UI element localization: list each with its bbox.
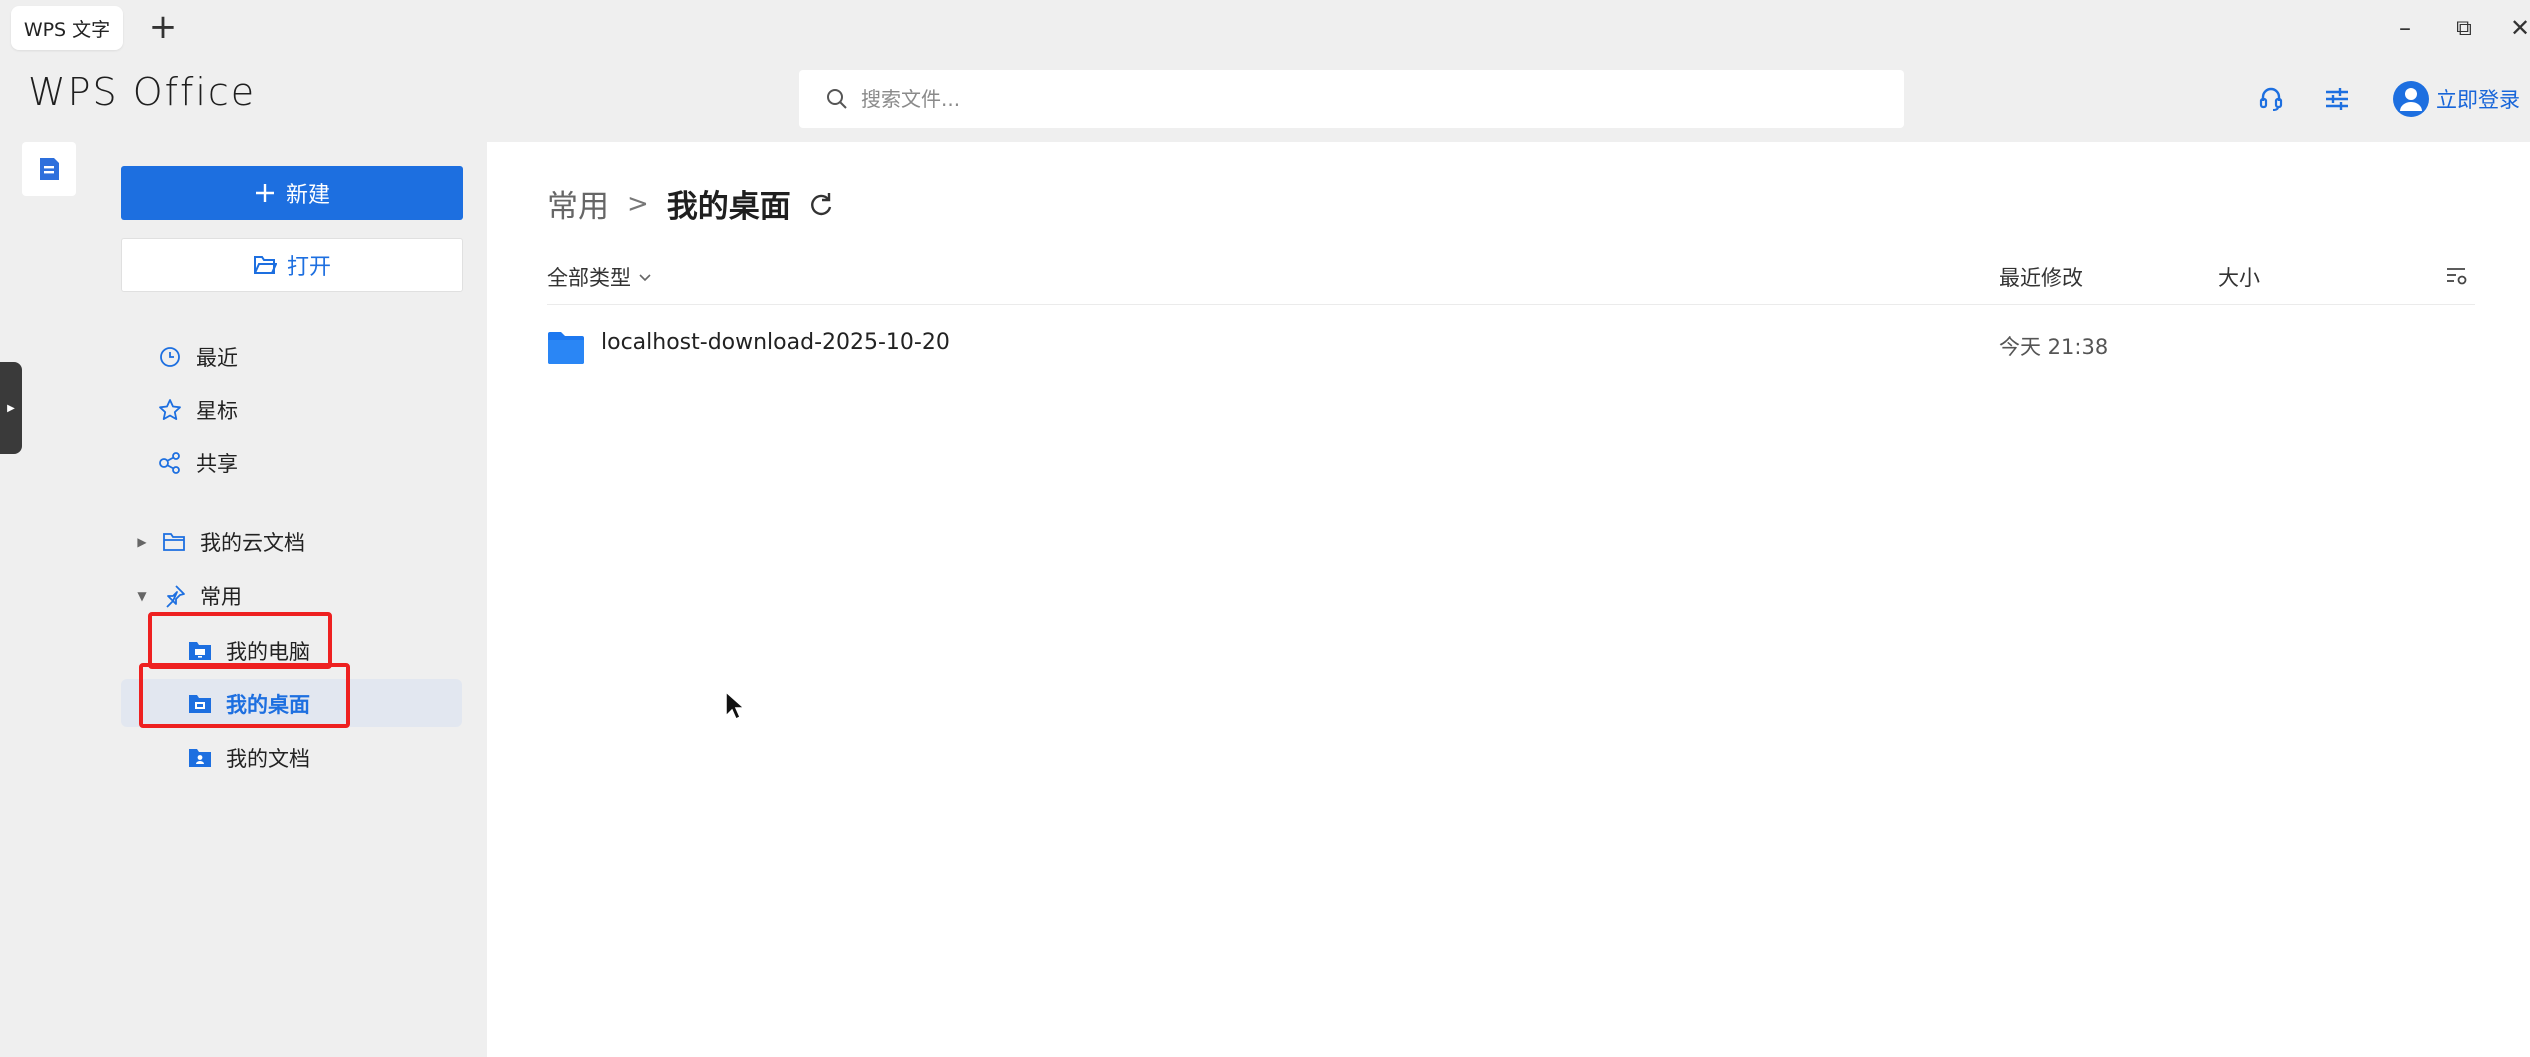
column-settings-icon[interactable] [2445,264,2469,292]
sidebar-item-starred[interactable]: 星标 [156,390,238,430]
tab-wps-writer[interactable]: WPS 文字 [11,6,123,50]
sidebar-item-label: 星标 [196,399,238,423]
sidebar-item-my-documents[interactable]: 我的文档 [186,738,310,778]
login-button[interactable]: 立即登录 [2392,78,2520,120]
star-icon [156,396,184,424]
highlight-box-my-desktop [139,663,350,728]
sidebar-item-common[interactable]: ▼ 常用 [134,576,242,616]
share-icon [156,449,184,477]
sidebar-item-label: 我的文档 [226,747,310,771]
folder-icon [547,331,585,369]
breadcrumb-current: 我的桌面 [666,189,791,225]
sidebar-item-label: 我的云文档 [200,531,305,555]
sidebar-item-cloud-docs[interactable]: ▶ 我的云文档 [134,522,305,562]
mouse-cursor-icon [724,690,746,726]
user-avatar-icon [2393,81,2429,117]
search-box[interactable] [799,70,1904,128]
minimize-button[interactable]: – [2385,8,2425,48]
documents-folder-icon [186,744,214,772]
breadcrumb-parent[interactable]: 常用 [547,181,609,226]
pin-icon [160,582,188,610]
highlight-box-my-computer [148,612,332,669]
header-divider [547,304,2475,305]
file-modified: 今天 21:38 [1999,335,2109,359]
new-label: 新建 [285,183,330,208]
tab-title: WPS 文字 [23,18,111,41]
wps-office-logo: WPS Office [28,70,257,114]
tab-bar [0,0,2530,56]
type-filter-dropdown[interactable]: 全部类型 [547,262,653,292]
caret-right-icon[interactable]: ▶ [134,535,150,549]
sidebar-item-label: 最近 [196,346,238,370]
headset-icon[interactable] [2250,78,2292,120]
close-button[interactable]: ✕ [2500,8,2530,48]
folder-icon [160,528,188,556]
new-button[interactable]: 新建 [121,166,463,220]
refresh-icon[interactable] [807,190,835,218]
breadcrumb-separator: > [627,188,649,219]
breadcrumb: 常用 > 我的桌面 [547,181,835,226]
file-name[interactable]: localhost-download-2025-10-20 [601,330,950,355]
chevron-down-icon [639,274,651,282]
open-label: 打开 [286,255,331,280]
column-header-modified[interactable]: 最近修改 [1999,262,2083,292]
settings-sliders-icon[interactable] [2316,78,2358,120]
sidebar-item-shared[interactable]: 共享 [156,443,238,483]
type-filter-label: 全部类型 [547,266,631,290]
column-header-size[interactable]: 大小 [2218,262,2260,292]
open-button[interactable]: 打开 [121,238,463,292]
sidebar-item-label: 常用 [200,585,242,609]
new-tab-button[interactable]: + [145,10,181,46]
sidebar-item-recent[interactable]: 最近 [156,337,238,377]
clock-icon [156,343,184,371]
collapse-handle[interactable]: ▶ [0,362,22,454]
restore-button[interactable]: ⧉ [2444,8,2484,48]
search-input[interactable] [859,86,1813,112]
login-label: 立即登录 [2436,88,2520,112]
document-app-icon[interactable] [22,142,76,196]
plus-icon [255,184,274,202]
caret-down-icon[interactable]: ▼ [134,589,150,603]
sidebar-item-label: 共享 [196,452,238,476]
search-icon [827,89,847,109]
open-folder-icon [253,256,277,274]
